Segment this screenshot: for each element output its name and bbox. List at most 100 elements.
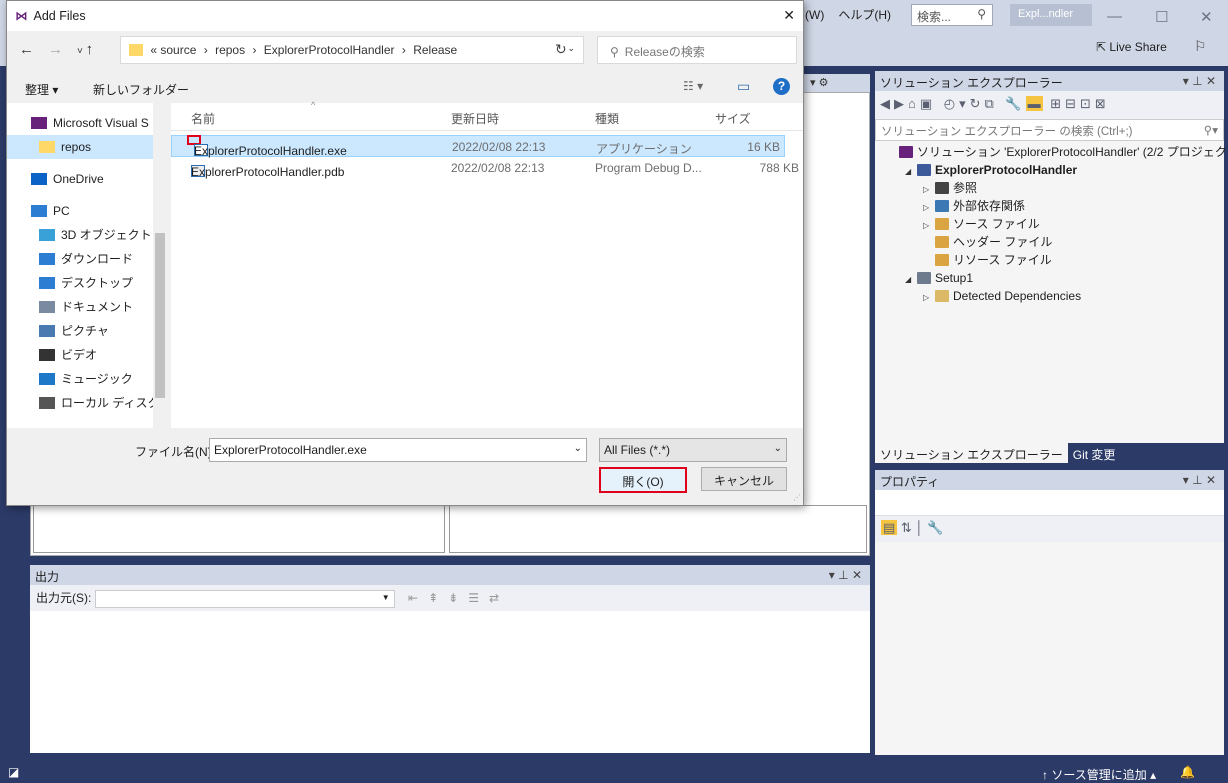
forward-arrow-icon[interactable]: → (48, 41, 77, 58)
open-button[interactable]: 開く(O) (599, 467, 687, 493)
breadcrumb-separator-icon[interactable]: › (200, 43, 211, 57)
close-dialog-icon[interactable]: ✕ (783, 7, 795, 24)
breadcrumb-separator-icon[interactable]: › (249, 43, 260, 57)
nav-item[interactable]: repos (7, 135, 167, 159)
menu-help[interactable]: ヘルプ(H) (838, 8, 891, 22)
pane-controls-icon[interactable]: ▾ ⊥ ✕ (1183, 74, 1216, 88)
vs-search-box[interactable]: 検索... ⚲ (911, 4, 993, 26)
output-tool-icons[interactable]: ⇤⇞⇟☰⇄ (408, 591, 509, 605)
tree-node[interactable]: ◢ ExplorerProtocolHandler (875, 161, 1224, 179)
breadcrumb-item[interactable]: repos (215, 43, 245, 57)
cube-icon (39, 229, 55, 241)
tab-solution-explorer[interactable]: ソリューション エクスプローラー (875, 443, 1068, 463)
file-type-select[interactable]: All Files (*.*) ⌄ (599, 438, 787, 462)
pin-icon[interactable]: ▬ (1025, 96, 1043, 111)
preview-pane-icon[interactable]: ▭ (737, 78, 750, 95)
tree-node[interactable]: ▷ 外部依存関係 (875, 197, 1224, 215)
nav-scrollbar-thumb[interactable] (155, 233, 165, 398)
nav-scrollbar[interactable] (153, 103, 167, 428)
maximize-icon[interactable]: ☐ (1155, 8, 1168, 26)
view-options-icon[interactable]: ☷ ▾ (683, 79, 703, 93)
column-date[interactable]: 更新日時 (451, 110, 499, 127)
nav-item[interactable]: ピクチャ (7, 319, 167, 343)
video-icon (39, 349, 55, 361)
chevron-down-icon[interactable]: ⌄ (567, 43, 575, 54)
properties-toolbar[interactable]: ▤ ⇅ │ 🔧 (875, 516, 1224, 542)
output-pane: 出力 ▾ ⊥ ✕ 出力元(S): ▼ ⇤⇞⇟☰⇄ (30, 565, 870, 753)
file-list: 名前 ^ 更新日時 種類 サイズ ExplorerProtocolHandler… (171, 100, 803, 428)
back-arrow-icon[interactable]: ← (19, 41, 48, 58)
solution-explorer-toolbar[interactable]: ◀▶⌂▣ ◴▾↻⧉ 🔧 ▬ ⊞⊟⊡⊠ (875, 91, 1224, 119)
breadcrumb-item[interactable]: ExplorerProtocolHandler (264, 43, 395, 57)
tree-node[interactable]: ▷ 参照 (875, 179, 1224, 197)
tree-node[interactable]: ヘッダー ファイル (875, 233, 1224, 251)
nav-item[interactable]: ビデオ (7, 343, 167, 367)
breadcrumb-separator-icon[interactable]: › (399, 43, 410, 57)
refresh-icon[interactable]: ↻ (555, 41, 567, 58)
expander-icon[interactable]: ▷ (923, 289, 935, 307)
tree-node-label: 参照 (953, 181, 978, 195)
column-type[interactable]: 種類 (595, 110, 619, 127)
node-icon (935, 290, 949, 302)
source-control-button[interactable]: ↑ ソース管理に追加 ▴ (1042, 766, 1156, 783)
doc-panel-left (33, 505, 445, 553)
organize-button[interactable]: 整理 ▾ (25, 81, 58, 98)
nav-item-label: 3D オブジェクト (61, 228, 152, 242)
help-icon[interactable]: ? (773, 78, 790, 95)
solution-explorer-title: ソリューション エクスプローラー (880, 76, 1063, 90)
nav-item[interactable]: OneDrive (7, 167, 167, 191)
nav-item[interactable]: ダウンロード (7, 247, 167, 271)
tree-node[interactable]: ▷ ソース ファイル (875, 215, 1224, 233)
file-type-value: All Files (*.*) (604, 443, 671, 457)
output-source-select[interactable]: ▼ (94, 589, 395, 608)
solution-explorer-search[interactable]: ソリューション エクスプローラー の検索 (Ctrl+;) ⚲▾ (875, 119, 1224, 141)
close-window-icon[interactable]: ✕ (1200, 8, 1213, 26)
vs-menu: (W) ヘルプ(H) (805, 6, 905, 23)
filename-input[interactable]: ExplorerProtocolHandler.exe ⌄ (209, 438, 587, 462)
dialog-title: Add Files (33, 9, 86, 23)
nav-item[interactable]: デスクトップ (7, 271, 167, 295)
minimize-icon[interactable]: — (1107, 8, 1122, 25)
dialog-search-input[interactable]: ⚲ Releaseの検索 (597, 36, 797, 64)
address-bar[interactable]: « source › repos › ExplorerProtocolHandl… (120, 36, 584, 64)
address-overflow[interactable]: « (150, 43, 157, 57)
recent-dropdown-icon[interactable]: ˅ (77, 46, 86, 57)
tree-node[interactable]: リソース ファイル (875, 251, 1224, 269)
tree-node[interactable]: ▷ Detected Dependencies (875, 287, 1224, 305)
properties-object-select[interactable] (875, 490, 1224, 516)
resize-grip-icon[interactable]: ⋰ (793, 493, 801, 502)
live-share-label: Live Share (1109, 40, 1167, 54)
live-share-button[interactable]: ⇱ Live Share (1096, 40, 1167, 54)
source-control-label: ソース管理に追加 (1051, 768, 1147, 782)
menu-window[interactable]: (W) (805, 8, 824, 22)
file-row[interactable]: ExplorerProtocolHandler.pdb 2022/02/08 2… (171, 157, 803, 179)
properties-pane: プロパティ ▾ ⊥ ✕ ▤ ⇅ │ 🔧 (875, 470, 1224, 755)
file-size: 16 KB (747, 140, 780, 154)
categorized-icon[interactable]: ▤ (881, 520, 898, 535)
column-size[interactable]: サイズ (715, 110, 751, 127)
pane-controls-icon[interactable]: ▾ ⊥ ✕ (829, 568, 862, 582)
file-row[interactable]: ExplorerProtocolHandler.exe 2022/02/08 2… (171, 135, 785, 158)
tree-node[interactable]: ◢ Setup1 (875, 269, 1224, 287)
up-arrow-icon[interactable]: ↑ (86, 41, 108, 58)
notification-bell-icon[interactable]: 🔔 (1180, 765, 1195, 779)
feedback-icon[interactable]: ⚐ (1194, 38, 1207, 55)
nav-item[interactable]: ミュージック (7, 367, 167, 391)
breadcrumb-item[interactable]: source (160, 43, 196, 57)
sort-up-icon: ^ (311, 100, 316, 110)
chevron-down-icon[interactable]: ⌄ (574, 443, 582, 454)
navigation-pane: Microsoft Visual S repos OneDrive PC 3D オブジェ… (7, 103, 167, 428)
nav-item[interactable]: ローカル ディスク (C (7, 391, 167, 415)
cancel-button[interactable]: キャンセル (701, 467, 787, 491)
tab-git-changes[interactable]: Git 変更 (1068, 443, 1121, 463)
nav-item[interactable]: ドキュメント (7, 295, 167, 319)
pane-controls-icon[interactable]: ▾ ⊥ ✕ (1183, 473, 1216, 487)
column-name[interactable]: 名前 (191, 110, 215, 127)
nav-item[interactable]: Microsoft Visual S (7, 111, 167, 135)
breadcrumb-item[interactable]: Release (413, 43, 457, 57)
new-folder-button[interactable]: 新しいフォルダー (93, 81, 189, 98)
nav-item[interactable]: 3D オブジェクト (7, 223, 167, 247)
tree-node[interactable]: ソリューション 'ExplorerProtocolHandler' (2/2 プ… (875, 143, 1228, 161)
node-icon (935, 254, 949, 266)
nav-item[interactable]: PC (7, 199, 167, 223)
